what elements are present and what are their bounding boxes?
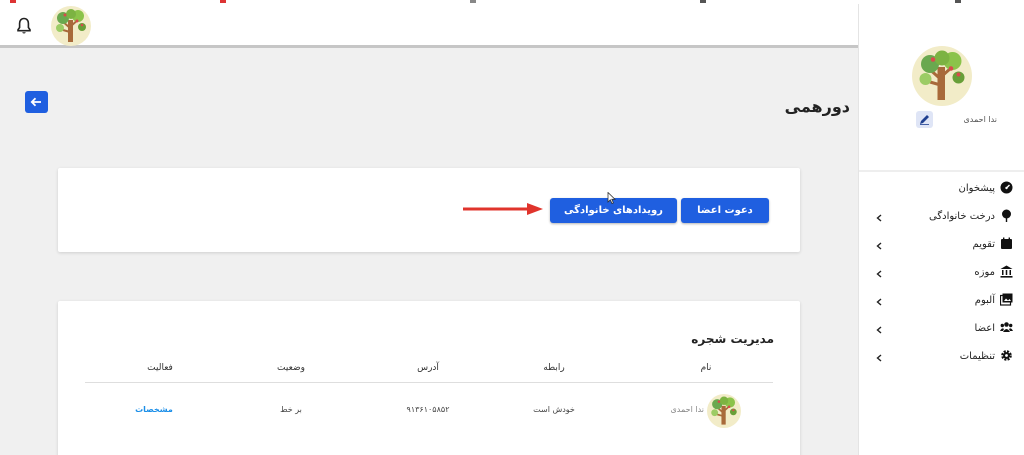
table-cell-status: بر خط [280,405,302,414]
gear-icon [1001,350,1012,361]
annotation-arrow [463,203,543,215]
invite-members-button[interactable]: دعوت اعضا [681,198,769,223]
table-header-divider [85,382,773,383]
sidebar-item-settings[interactable]: تنظیمات [859,344,1024,372]
sidebar-item-label: آلبوم [974,295,995,306]
sidebar-item-label: پیشخوان [958,183,995,194]
column-header-name: نام [700,363,712,373]
chevron-left-icon [876,354,882,362]
sidebar-item-museum[interactable]: موزه [859,260,1024,288]
profile-avatar[interactable] [912,46,972,106]
table-cell-relation: خودش است [533,405,575,414]
pencil-icon [920,115,929,125]
user-avatar[interactable] [51,6,91,46]
edit-profile-button[interactable] [916,111,933,128]
sidebar-item-dashboard[interactable]: پیشخوان [859,176,1024,204]
sidebar-item-label: موزه [974,267,995,278]
tree-icon [1002,209,1011,222]
sidebar-item-family-tree[interactable]: درخت خانوادگی [859,204,1024,232]
column-header-status: وضعیت [277,363,305,373]
sidebar-item-label: تنظیمات [959,351,995,362]
chevron-left-icon [876,326,882,334]
chevron-left-icon [876,214,882,222]
tree-management-card: مدیریت شجره نام رابطه آدرس وضعیت فعالیت … [58,301,800,455]
sidebar-item-label: تقویم [972,239,995,250]
column-header-address: آدرس [417,363,439,373]
table-cell-name: ندا احمدی [670,405,704,414]
sidebar: ندا احمدی پیشخوان درخت خانوادگی تقویم مو… [858,4,1024,455]
column-header-activity: فعالیت [147,363,173,373]
users-icon [1000,322,1013,332]
table-cell-address: ۹۱۳۶۱۰۵۸۵۲ [406,405,450,414]
mouse-cursor-icon [607,192,616,204]
sidebar-divider [859,170,1024,172]
chevron-left-icon [876,242,882,250]
chevron-left-icon [876,298,882,306]
sidebar-item-label: درخت خانوادگی [929,211,995,222]
actions-card: رویدادهای خانوادگی دعوت اعضا [58,168,800,252]
sidebar-item-album[interactable]: آلبوم [859,288,1024,316]
page-title: دورهمی [784,97,850,116]
sidebar-item-members[interactable]: اعضا [859,316,1024,344]
profile-name: ندا احمدی [963,115,997,124]
member-avatar [707,394,741,428]
museum-icon [1000,265,1013,278]
sidebar-item-label: اعضا [974,323,995,334]
calendar-icon [1001,237,1012,249]
chevron-left-icon [876,270,882,278]
tree-management-title: مدیریت شجره [691,332,774,346]
column-header-relation: رابطه [543,363,565,373]
arrow-left-icon [30,97,41,107]
dashboard-gauge-icon [1000,181,1013,194]
member-details-link[interactable]: مشخصات [135,405,173,414]
top-header [0,4,858,48]
sidebar-item-calendar[interactable]: تقویم [859,232,1024,260]
photo-album-icon [1000,293,1013,306]
bell-icon[interactable] [16,17,32,35]
back-button[interactable] [25,91,48,113]
